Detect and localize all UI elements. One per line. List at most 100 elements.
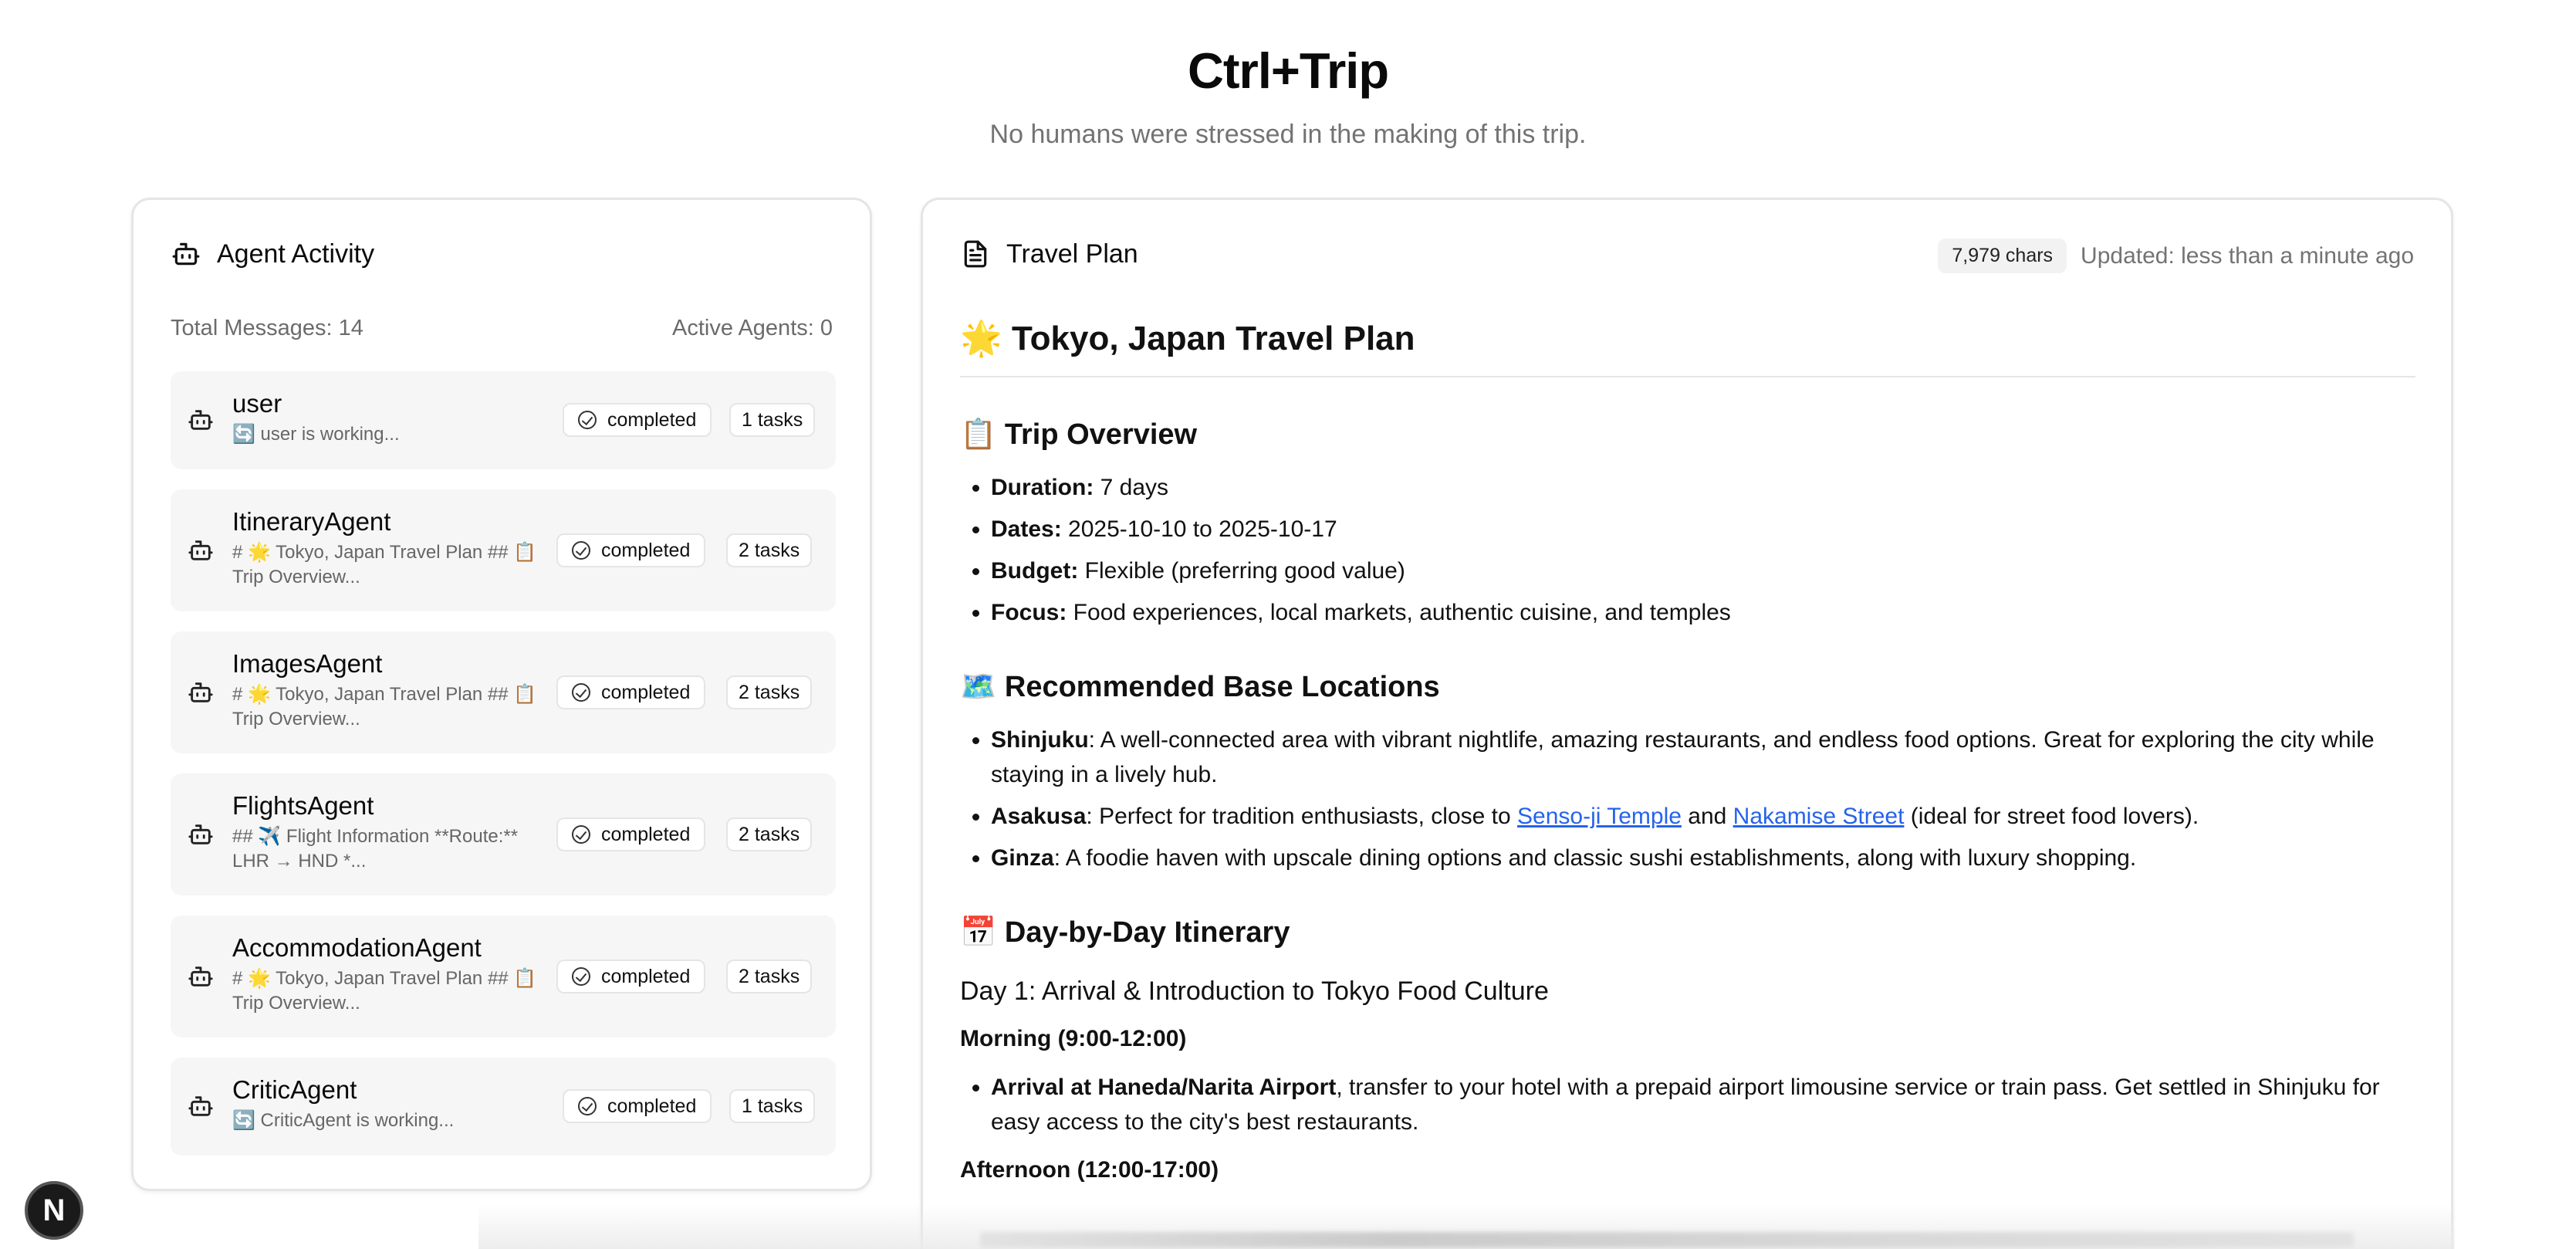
page-header: Ctrl+Trip No humans were stressed in the… [0,40,2576,150]
status-label: completed [607,1095,697,1117]
plan-meta: 7,979 chars Updated: less than a minute … [1938,239,2414,273]
agent-name: ItineraryAgent [232,507,391,536]
check-circle-icon [578,1097,597,1115]
overview-list: Duration: 7 days Dates: 2025-10-10 to 20… [960,470,2415,630]
status-label: completed [607,408,697,431]
tasks-badge: 1 tasks [729,403,816,437]
status-badge: completed [556,817,706,851]
section-heading-locations: 🗺️ Recommended Base Locations [960,671,1440,703]
tasks-badge: 1 tasks [729,1089,816,1123]
bottom-toolbar-shadow [980,1232,2354,1247]
agent-activity-title: Agent Activity [217,239,375,269]
list-item: Dates: 2025-10-10 to 2025-10-17 [991,512,2415,547]
item-text: : Perfect for tradition enthusiasts, clo… [1086,804,1518,829]
item-text: (ideal for street food lovers). [1904,804,2199,829]
tasks-badge: 2 tasks [726,533,813,567]
section-heading-itinerary: 📅 Day-by-Day Itinerary [960,916,1290,949]
status-label: completed [601,823,691,845]
tasks-badge: 2 tasks [726,675,813,709]
agent-name: CriticAgent [232,1075,357,1104]
agent-description: 🔄 user is working... [232,424,400,445]
status-label: completed [601,965,691,987]
status-badge: completed [556,675,706,709]
item-label: Duration: [991,475,1094,500]
item-text: and [1681,804,1733,829]
status-badge: completed [563,1089,712,1123]
updated-timestamp: Updated: less than a minute ago [2081,242,2414,269]
page: Ctrl+Trip No humans were stressed in the… [0,0,2576,1249]
agent-item-accommodation[interactable]: AccommodationAgent # 🌟 Tokyo, Japan Trav… [171,916,836,1037]
agent-name: FlightsAgent [232,791,374,820]
nextjs-dev-badge[interactable]: N [25,1181,83,1240]
agent-description: # 🌟 Tokyo, Japan Travel Plan ## 📋 Trip O… [232,684,537,729]
item-text: 2025-10-10 to 2025-10-17 [1061,516,1337,542]
check-circle-icon [572,825,590,844]
morning-list: Arrival at Haneda/Narita Airport, transf… [960,1070,2415,1139]
check-circle-icon [572,683,590,702]
nakamise-link[interactable]: Nakamise Street [1733,804,1905,829]
bot-icon [188,407,214,433]
list-item: Asakusa: Perfect for tradition enthusias… [991,799,2415,834]
list-item: Arrival at Haneda/Narita Airport, transf… [991,1070,2415,1139]
agent-item-images[interactable]: ImagesAgent # 🌟 Tokyo, Japan Travel Plan… [171,631,836,753]
page-subtitle: No humans were stressed in the making of… [989,120,1587,149]
status-badge: completed [556,533,706,567]
agent-description: 🔄 CriticAgent is working... [232,1110,455,1131]
item-label: Budget: [991,558,1079,584]
item-label: Asakusa [991,804,1087,829]
check-circle-icon [578,411,597,429]
travel-plan-title: Travel Plan [1006,239,1138,269]
time-heading: Morning (9:00-12:00) [960,1026,1187,1051]
item-text: Flexible (preferring good value) [1078,558,1405,584]
agent-item-critic[interactable]: CriticAgent 🔄 CriticAgent is working... … [171,1058,836,1156]
agent-name: AccommodationAgent [232,933,482,962]
char-count-badge: 7,979 chars [1938,239,2067,273]
item-text: Food experiences, local markets, authent… [1067,600,1731,625]
locations-list: Shinjuku: A well-connected area with vib… [960,723,2415,875]
plan-heading: 🌟 Tokyo, Japan Travel Plan [960,316,2415,377]
travel-plan-panel: Travel Plan 7,979 chars Updated: less th… [921,198,2453,1249]
agent-item-user[interactable]: user 🔄 user is working... completed 1 ta… [171,371,836,469]
bot-icon [171,239,201,269]
time-heading: Afternoon (12:00-17:00) [960,1157,1219,1183]
day-heading: Day 1: Arrival & Introduction to Tokyo F… [960,977,1549,1006]
list-item: Ginza: A foodie haven with upscale dinin… [991,841,2415,875]
page-title: Ctrl+Trip [1187,42,1389,99]
agent-activity-panel: Agent Activity Total Messages: 14 Active… [131,198,872,1191]
senso-ji-link[interactable]: Senso-ji Temple [1517,804,1682,829]
item-label: Dates: [991,516,1062,542]
check-circle-icon [572,541,590,560]
agent-name: user [232,389,282,418]
tasks-badge: 2 tasks [726,960,813,993]
agent-stats: Total Messages: 14 Active Agents: 0 [171,316,833,341]
agent-description: ## ✈️ Flight Information **Route:** LHR … [232,826,519,872]
agent-item-flights[interactable]: FlightsAgent ## ✈️ Flight Information **… [171,773,836,895]
item-text: : A well-connected area with vibrant nig… [991,727,2375,787]
tasks-badge: 2 tasks [726,817,813,851]
agent-name: ImagesAgent [232,649,383,678]
status-label: completed [601,681,691,703]
bot-icon [188,1093,214,1119]
bot-icon [188,963,214,990]
agent-description: # 🌟 Tokyo, Japan Travel Plan ## 📋 Trip O… [232,968,537,1014]
item-label: Ginza [991,845,1054,871]
bot-icon [188,537,214,564]
section-heading-overview: 📋 Trip Overview [960,418,1198,451]
total-messages: Total Messages: 14 [171,316,363,340]
bot-icon [188,821,214,848]
agent-list: user 🔄 user is working... completed 1 ta… [171,371,836,1176]
document-icon [960,239,991,269]
status-badge: completed [563,403,712,437]
travel-plan-header: Travel Plan [960,239,1138,269]
item-label: Arrival at Haneda/Narita Airport [991,1075,1337,1100]
list-item: Shinjuku: A well-connected area with vib… [991,723,2415,792]
agent-activity-header: Agent Activity [171,239,374,269]
item-label: Focus: [991,600,1067,625]
status-badge: completed [556,960,706,993]
agent-item-itinerary[interactable]: ItineraryAgent # 🌟 Tokyo, Japan Travel P… [171,489,836,611]
active-agents: Active Agents: 0 [672,316,833,340]
bot-icon [188,679,214,706]
status-label: completed [601,539,691,561]
list-item: Focus: Food experiences, local markets, … [991,595,2415,630]
list-item: Budget: Flexible (preferring good value) [991,553,2415,588]
